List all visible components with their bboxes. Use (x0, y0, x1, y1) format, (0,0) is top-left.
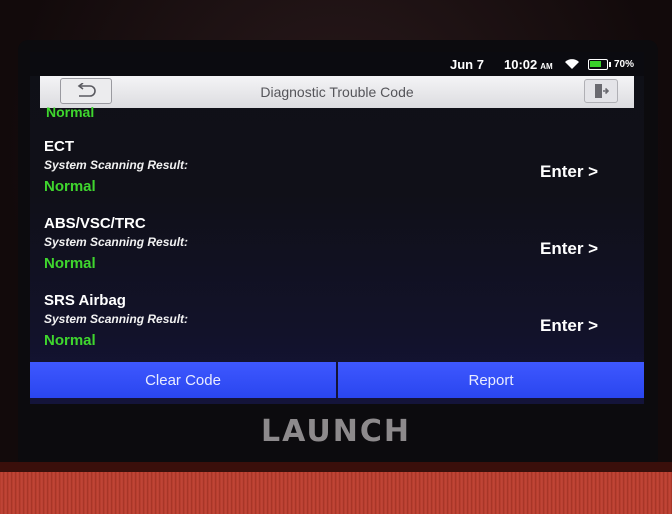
list-item[interactable]: ECT System Scanning Result: Normal Enter… (30, 138, 644, 214)
system-status: Normal (44, 178, 96, 195)
list-item[interactable]: SRS Airbag System Scanning Result: Norma… (30, 292, 644, 360)
system-name: ECT (44, 138, 74, 155)
wifi-icon (565, 59, 579, 69)
system-list: Normal ECT System Scanning Result: Norma… (30, 104, 644, 360)
system-status: Normal (44, 332, 96, 349)
status-time: 10:02 AM (504, 57, 553, 72)
brand-logo: LAUNCH (260, 414, 411, 449)
enter-button[interactable]: Enter > (540, 239, 598, 259)
system-status: Normal (44, 255, 96, 272)
partial-item-status: Normal (46, 104, 95, 120)
action-bar: Clear Code Report (30, 362, 644, 398)
device-base (0, 462, 672, 514)
enter-button[interactable]: Enter > (540, 162, 598, 182)
battery-level-fill (590, 61, 601, 67)
status-time-value: 10:02 (504, 57, 538, 72)
system-result-label: System Scanning Result: (44, 158, 189, 172)
battery-icon (588, 59, 611, 70)
device-body: Jun 7 10:02 AM 70% Diagnostic Trouble Cod… (0, 0, 672, 514)
status-date: Jun 7 (450, 57, 484, 72)
device-screen: Jun 7 10:02 AM 70% Diagnostic Trouble Cod… (30, 52, 644, 404)
system-name: ABS/VSC/TRC (44, 215, 146, 232)
system-name: SRS Airbag (44, 292, 126, 309)
page-title: Diagnostic Trouble Code (260, 84, 414, 100)
exit-button[interactable] (584, 79, 618, 103)
exit-door-icon (595, 84, 609, 98)
list-item[interactable]: ABS/VSC/TRC System Scanning Result: Norm… (30, 215, 644, 291)
status-battery-percent: 70% (614, 59, 635, 70)
clear-code-button[interactable]: Clear Code (30, 362, 336, 398)
status-bar: Jun 7 10:02 AM 70% (30, 52, 644, 76)
system-result-label: System Scanning Result: (44, 235, 189, 249)
system-result-label: System Scanning Result: (44, 312, 189, 326)
report-button[interactable]: Report (338, 362, 644, 398)
status-ampm: AM (540, 62, 553, 71)
enter-button[interactable]: Enter > (540, 316, 598, 336)
